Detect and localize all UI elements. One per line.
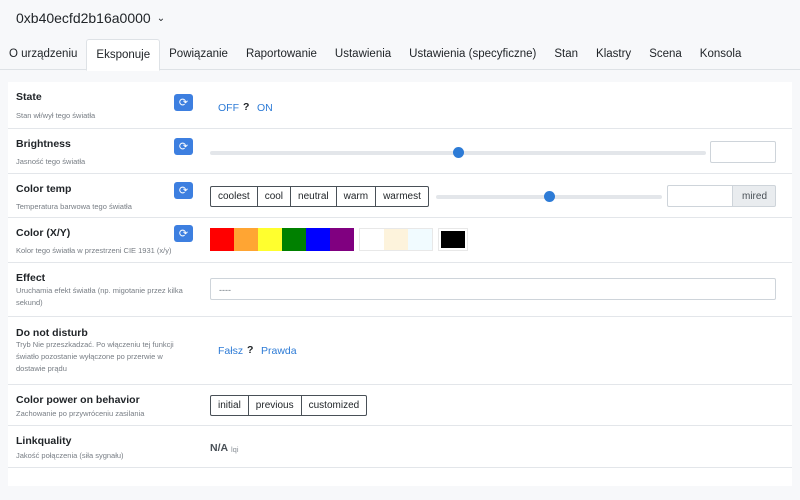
row-label: Color power on behavior — [16, 394, 140, 406]
white-swatch-2[interactable] — [408, 229, 432, 250]
row-color-power-on-behavior: Color power on behavior Zachowanie po pr… — [8, 385, 792, 426]
white-swatch-0[interactable] — [360, 229, 384, 250]
tab-bind[interactable]: Powiązanie — [160, 39, 237, 70]
option-initial-button[interactable]: initial — [210, 395, 249, 416]
preset-warmest-button[interactable]: warmest — [376, 186, 429, 207]
refresh-icon[interactable]: ⟳ — [174, 182, 193, 199]
tab-reporting[interactable]: Raportowanie — [237, 39, 326, 70]
row-do-not-disturb: Do not disturb Tryb Nie przeszkadzać. Po… — [8, 317, 792, 385]
black-swatch-0[interactable] — [441, 231, 465, 248]
tab-exposes[interactable]: Eksponuje — [86, 39, 161, 71]
color-swatch-2[interactable] — [258, 228, 282, 251]
device-selector[interactable]: 0xb40ecfd2b16a0000 ⌄ — [16, 10, 165, 26]
row-color-temp: Color temp Temperatura barwowa tego świa… — [8, 174, 792, 218]
row-label: Brightness — [16, 138, 71, 150]
color-swatch-0[interactable] — [210, 228, 234, 251]
preset-warm-button[interactable]: warm — [336, 186, 377, 207]
color-swatch-3[interactable] — [282, 228, 306, 251]
tab-console[interactable]: Konsola — [691, 39, 751, 70]
tab-settings-specific[interactable]: Ustawienia (specyficzne) — [400, 39, 545, 70]
brightness-input[interactable] — [710, 141, 776, 163]
row-description: Uruchamia efekt światła (np. migotanie p… — [16, 286, 183, 307]
state-unknown: ? — [243, 101, 250, 113]
effect-select[interactable]: ---- — [210, 278, 776, 300]
row-description: Jasność tego światła — [16, 157, 86, 166]
row-label: State — [16, 91, 42, 103]
row-description: Jakość połączenia (siła sygnału) — [16, 451, 124, 460]
color-swatch-4[interactable] — [306, 228, 330, 251]
tab-settings[interactable]: Ustawienia — [326, 39, 400, 70]
chevron-down-icon: ⌄ — [156, 13, 166, 24]
color-swatches-whites — [359, 228, 433, 251]
color-swatch-1[interactable] — [234, 228, 258, 251]
tab-state[interactable]: Stan — [545, 39, 587, 70]
state-on-link[interactable]: ON — [257, 102, 273, 114]
mired-unit-label: mired — [733, 185, 776, 207]
color-swatch-black — [438, 228, 468, 251]
color-swatch-5[interactable] — [330, 228, 354, 251]
dnd-unknown: ? — [247, 344, 254, 356]
linkquality-value: N/A — [210, 442, 229, 454]
row-description: Temperatura barwowa tego światła — [16, 202, 132, 211]
preset-coolest-button[interactable]: coolest — [210, 186, 258, 207]
power-on-behavior-options: initial previous customized — [210, 395, 368, 416]
row-description: Kolor tego światła w przestrzeni CIE 193… — [16, 246, 172, 255]
row-label: Effect — [16, 272, 46, 284]
state-off-link[interactable]: OFF — [218, 102, 239, 114]
device-name: 0xb40ecfd2b16a0000 — [16, 10, 151, 26]
preset-neutral-button[interactable]: neutral — [291, 186, 337, 207]
color-temp-slider-thumb[interactable] — [543, 191, 555, 202]
color-swatches-primary — [210, 228, 354, 251]
row-label: Color temp — [16, 183, 72, 195]
dnd-true-link[interactable]: Prawda — [261, 345, 297, 357]
tab-bar: O urządzeniu Eksponuje Powiązanie Raport… — [0, 39, 800, 71]
tab-about[interactable]: O urządzeniu — [0, 39, 86, 70]
refresh-icon[interactable]: ⟳ — [174, 94, 193, 111]
row-brightness: Brightness Jasność tego światła ⟳ — [8, 129, 792, 174]
option-previous-button[interactable]: previous — [248, 395, 302, 416]
white-swatch-1[interactable] — [384, 229, 408, 250]
row-description: Tryb Nie przeszkadzać. Po włączeniu tej … — [16, 340, 174, 373]
refresh-icon[interactable]: ⟳ — [174, 225, 193, 242]
panel-bottom — [8, 468, 792, 486]
row-state: State Stan wł/wył tego światła ⟳ OFF ? O… — [8, 82, 792, 129]
row-label: Linkquality — [16, 435, 72, 447]
row-color-xy: Color (X/Y) Kolor tego światła w przestr… — [8, 218, 792, 263]
row-label: Do not disturb — [16, 327, 88, 339]
row-linkquality: Linkquality Jakość połączenia (siła sygn… — [8, 426, 792, 468]
color-temp-presets: coolest cool neutral warm warmest — [210, 186, 429, 207]
brightness-slider-thumb[interactable] — [452, 147, 464, 158]
tab-scene[interactable]: Scena — [640, 39, 691, 70]
row-effect: Effect Uruchamia efekt światła (np. migo… — [8, 263, 792, 317]
row-description: Stan wł/wył tego światła — [16, 111, 96, 120]
linkquality-unit: lqi — [231, 445, 239, 454]
color-temp-input[interactable] — [667, 185, 733, 207]
exposes-panel: State Stan wł/wył tego światła ⟳ OFF ? O… — [8, 82, 792, 468]
refresh-icon[interactable]: ⟳ — [174, 138, 193, 155]
option-customized-button[interactable]: customized — [301, 395, 368, 416]
preset-cool-button[interactable]: cool — [257, 186, 292, 207]
tab-clusters[interactable]: Klastry — [587, 39, 640, 70]
row-description: Zachowanie po przywróceniu zasilania — [16, 409, 145, 418]
dnd-false-link[interactable]: Fałsz — [218, 345, 243, 357]
row-label: Color (X/Y) — [16, 227, 71, 239]
